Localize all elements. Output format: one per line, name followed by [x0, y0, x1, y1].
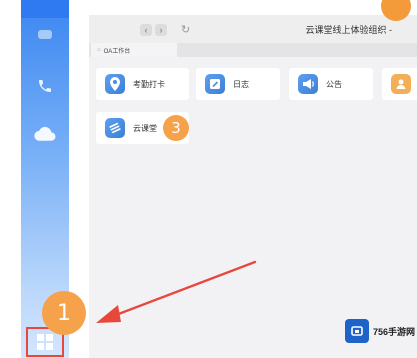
cloud-classroom-icon	[105, 118, 125, 138]
window-titlebar: ‹ › ↻ 云课堂线上体验组织 -	[89, 0, 417, 43]
app-label: 考勤打卡	[133, 79, 165, 89]
grid-apps-icon	[37, 334, 53, 350]
avatar[interactable]	[381, 0, 411, 21]
app-label: 云课堂	[133, 123, 157, 133]
tab-oa-workbench[interactable]: ⌂ OA工作台	[91, 43, 177, 57]
home-icon: ⌂	[97, 47, 101, 53]
chat-icon[interactable]	[21, 26, 69, 44]
step-badge-3: 3	[163, 115, 189, 141]
refresh-icon[interactable]: ↻	[181, 23, 190, 37]
back-button[interactable]: ‹	[140, 24, 152, 36]
watermark-text: 756手游网	[373, 326, 416, 337]
app-partial[interactable]	[382, 68, 417, 100]
cloud-icon[interactable]	[21, 124, 69, 144]
oa-window: ‹ › ↻ 云课堂线上体验组织 - ⌂ OA工作台	[89, 0, 417, 358]
app-announcement[interactable]: 公告	[289, 68, 373, 100]
watermark-logo-icon	[345, 319, 369, 343]
app-label: 公告	[326, 79, 342, 89]
phone-icon[interactable]	[21, 76, 69, 96]
location-pin-icon	[105, 74, 125, 94]
contact-icon	[391, 74, 411, 94]
log-edit-icon	[205, 74, 225, 94]
app-log[interactable]: 日志	[196, 68, 280, 100]
dock-top-block	[21, 0, 69, 18]
app-attendance[interactable]: 考勤打卡	[96, 68, 189, 100]
step-badge-1: 1	[42, 291, 86, 335]
forward-button[interactable]: ›	[155, 24, 167, 36]
tab-bar: ⌂ OA工作台	[89, 43, 417, 57]
tab-label: OA工作台	[103, 48, 131, 55]
watermark: 756手游网	[338, 313, 417, 349]
org-switcher[interactable]: 云课堂线上体验组织 -	[306, 23, 393, 36]
megaphone-icon	[298, 74, 318, 94]
app-label: 日志	[233, 79, 249, 89]
